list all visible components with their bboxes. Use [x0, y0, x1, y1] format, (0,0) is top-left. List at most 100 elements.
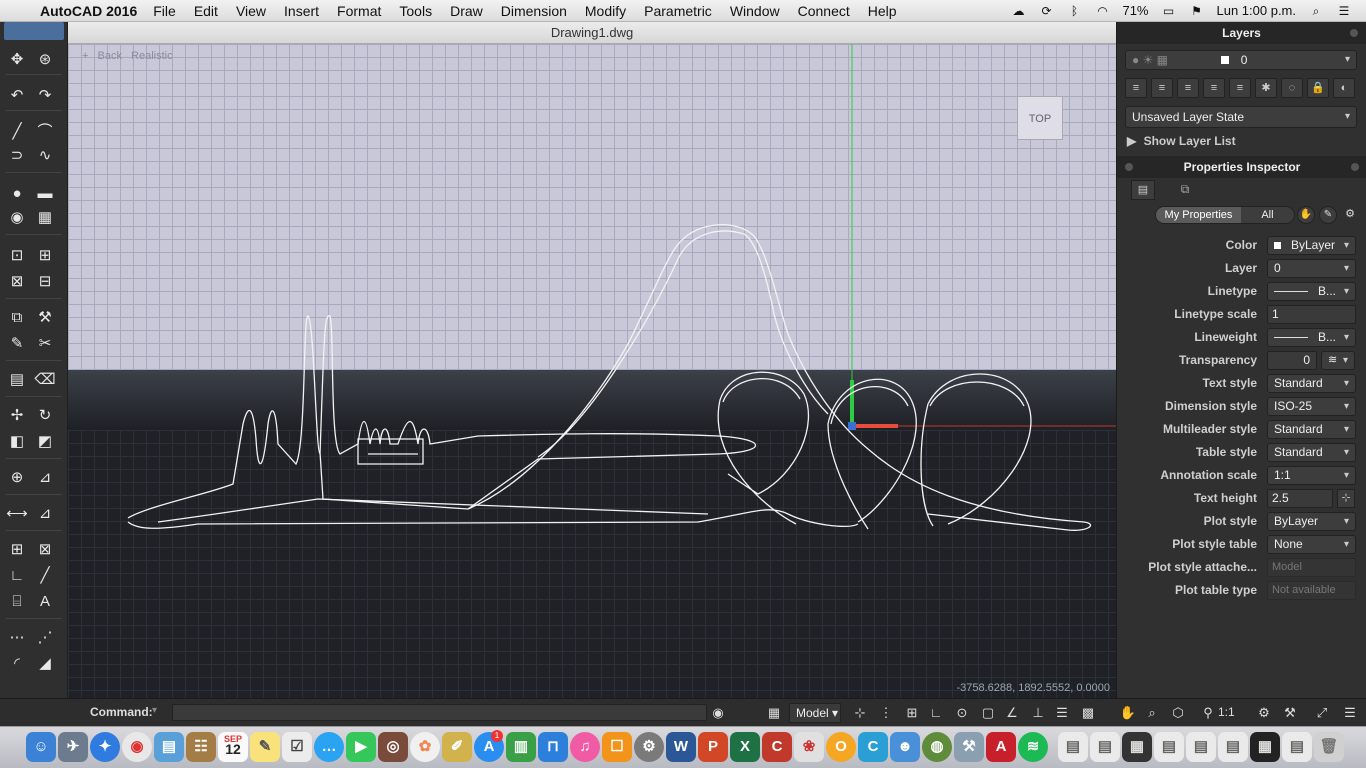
- document-thumbnail-5-icon[interactable]: ▤: [1218, 732, 1248, 762]
- object-snap-icon[interactable]: ▢: [978, 703, 998, 723]
- dimension-style-dropdown[interactable]: ISO-25: [1267, 397, 1356, 416]
- viewport-controls[interactable]: + Back Realistic: [82, 50, 179, 62]
- menu-help[interactable]: Help: [868, 3, 897, 19]
- layers-tab-icon[interactable]: ⧉: [1173, 180, 1197, 200]
- lineweight-dropdown[interactable]: B...: [1267, 328, 1356, 347]
- menu-format[interactable]: Format: [337, 3, 381, 19]
- circle-icon[interactable]: ●: [6, 184, 28, 204]
- line-icon[interactable]: ╱: [6, 122, 28, 142]
- scale-icon[interactable]: ◧: [6, 432, 28, 452]
- ray-icon[interactable]: ╱: [34, 566, 56, 586]
- layer-dropdown[interactable]: 0: [1267, 259, 1356, 278]
- menu-parametric[interactable]: Parametric: [644, 3, 712, 19]
- tab-all[interactable]: All: [1241, 207, 1294, 223]
- tab-my-properties[interactable]: My Properties: [1156, 207, 1241, 223]
- launchpad-icon[interactable]: ✈: [58, 732, 88, 762]
- rotate-icon[interactable]: ↻: [34, 406, 56, 426]
- command-options-icon[interactable]: ◉: [708, 703, 728, 723]
- menu-file[interactable]: File: [153, 3, 176, 19]
- ucs-icon[interactable]: ∟: [6, 566, 28, 586]
- transparency-field[interactable]: 0: [1267, 351, 1317, 370]
- snap-cursor-icon[interactable]: ⊹: [850, 703, 870, 723]
- ortho-icon[interactable]: ∟: [926, 703, 946, 723]
- annotation-autoscale-icon[interactable]: ⚙: [1254, 703, 1274, 723]
- menu-dimension[interactable]: Dimension: [501, 3, 567, 19]
- layer-off-icon[interactable]: ◐: [1333, 78, 1355, 98]
- stretch-icon[interactable]: ◩: [34, 432, 56, 452]
- layer-lock-icon[interactable]: 🔒: [1307, 78, 1329, 98]
- join-icon[interactable]: ⋰: [34, 628, 56, 648]
- word-icon[interactable]: W: [666, 732, 696, 762]
- ellipse-icon[interactable]: ◉: [6, 208, 28, 228]
- linetype-scale-field[interactable]: 1: [1267, 305, 1356, 324]
- hatch-icon[interactable]: ▦: [34, 208, 56, 228]
- current-layer-dropdown[interactable]: ● ☀ ▦ 0: [1125, 50, 1357, 70]
- insert-block-icon[interactable]: ⊞: [6, 540, 28, 560]
- brush-icon[interactable]: ✎: [6, 334, 28, 354]
- text-style-dropdown[interactable]: Standard: [1267, 374, 1356, 393]
- spotify-icon[interactable]: ≋: [1018, 732, 1048, 762]
- layer-settings-icon[interactable]: ≡: [1229, 78, 1251, 98]
- pages-icon[interactable]: ✐: [442, 732, 472, 762]
- select-crossing-icon[interactable]: ⊞: [34, 246, 56, 266]
- viewcube[interactable]: TOP: [1017, 96, 1063, 140]
- chamfer-icon[interactable]: ◢: [34, 654, 56, 674]
- match-properties-icon[interactable]: ⚒: [34, 308, 56, 328]
- view-direction-button[interactable]: Back: [98, 50, 122, 62]
- command-history-chevron-icon[interactable]: ▾: [152, 705, 157, 716]
- numbers-icon[interactable]: ▥: [506, 732, 536, 762]
- text-height-field[interactable]: 2.5: [1267, 489, 1333, 508]
- transparency-display-icon[interactable]: ▩: [1078, 703, 1098, 723]
- cortona-icon[interactable]: C: [858, 732, 888, 762]
- safari-icon[interactable]: ✦: [90, 732, 120, 762]
- snap-grid-icon[interactable]: ⋮: [876, 703, 896, 723]
- spotlight-search-icon[interactable]: ⌕: [1308, 4, 1324, 18]
- dynamic-input-icon[interactable]: ⊥: [1028, 703, 1048, 723]
- preview-icon[interactable]: ▤: [154, 732, 184, 762]
- family-icon[interactable]: ☻: [890, 732, 920, 762]
- workspace-icon[interactable]: ⚒: [1280, 703, 1300, 723]
- zoom-icon[interactable]: ⊕: [6, 468, 28, 488]
- table-icon[interactable]: ⌸: [6, 592, 28, 612]
- menu-tools[interactable]: Tools: [399, 3, 432, 19]
- delete-layer-icon[interactable]: ≡: [1177, 78, 1199, 98]
- messages-icon[interactable]: …: [314, 732, 344, 762]
- plot-style-table-dropdown[interactable]: None: [1267, 535, 1356, 554]
- keynote-icon[interactable]: ⊓: [538, 732, 568, 762]
- model-space-button[interactable]: Model ▾: [789, 703, 841, 723]
- trim-icon[interactable]: ✂: [34, 334, 56, 354]
- linetype-dropdown[interactable]: B...: [1267, 282, 1356, 301]
- ibooks-icon[interactable]: ☐: [602, 732, 632, 762]
- annotation-scale-dropdown[interactable]: 1:1: [1267, 466, 1356, 485]
- command-input[interactable]: [172, 704, 707, 721]
- trash-icon[interactable]: 🗑: [1314, 732, 1344, 762]
- powerpoint-icon[interactable]: P: [698, 732, 728, 762]
- codekit-icon[interactable]: C: [762, 732, 792, 762]
- viewport-menu-button[interactable]: +: [82, 50, 88, 62]
- globe-icon[interactable]: ◍: [922, 732, 952, 762]
- menu-view[interactable]: View: [236, 3, 266, 19]
- itunes-icon[interactable]: ♫: [570, 732, 600, 762]
- block-icon[interactable]: ▤: [6, 370, 28, 390]
- fullscreen-icon[interactable]: ⤢: [1312, 703, 1332, 723]
- undo-icon[interactable]: ↶: [6, 86, 28, 106]
- spline-icon[interactable]: ∿: [34, 146, 56, 166]
- grid-display-icon[interactable]: ⊞: [902, 703, 922, 723]
- copy-icon[interactable]: ⧉: [6, 308, 28, 328]
- annotation-visibility-icon[interactable]: ⚲: [1198, 703, 1218, 723]
- reminders-icon[interactable]: ☑: [282, 732, 312, 762]
- document-thumbnail-3-icon[interactable]: ▤: [1154, 732, 1184, 762]
- menu-connect[interactable]: Connect: [798, 3, 850, 19]
- pan-icon[interactable]: ✥: [6, 50, 28, 70]
- text-icon[interactable]: A: [34, 592, 56, 612]
- annotation-scale-status[interactable]: 1:1: [1218, 705, 1235, 719]
- zoom-magnifier-icon[interactable]: ⌕: [1142, 703, 1162, 723]
- menu-edit[interactable]: Edit: [194, 3, 218, 19]
- menu-modify[interactable]: Modify: [585, 3, 626, 19]
- show-layer-list-toggle[interactable]: ▶ Show Layer List: [1127, 134, 1236, 148]
- app-menu[interactable]: AutoCAD 2016: [40, 3, 137, 19]
- panel-collapse-icon[interactable]: [1351, 163, 1359, 171]
- plot-style-dropdown[interactable]: ByLayer: [1267, 512, 1356, 531]
- contacts-icon[interactable]: ☷: [186, 732, 216, 762]
- finder-icon[interactable]: ☺: [26, 732, 56, 762]
